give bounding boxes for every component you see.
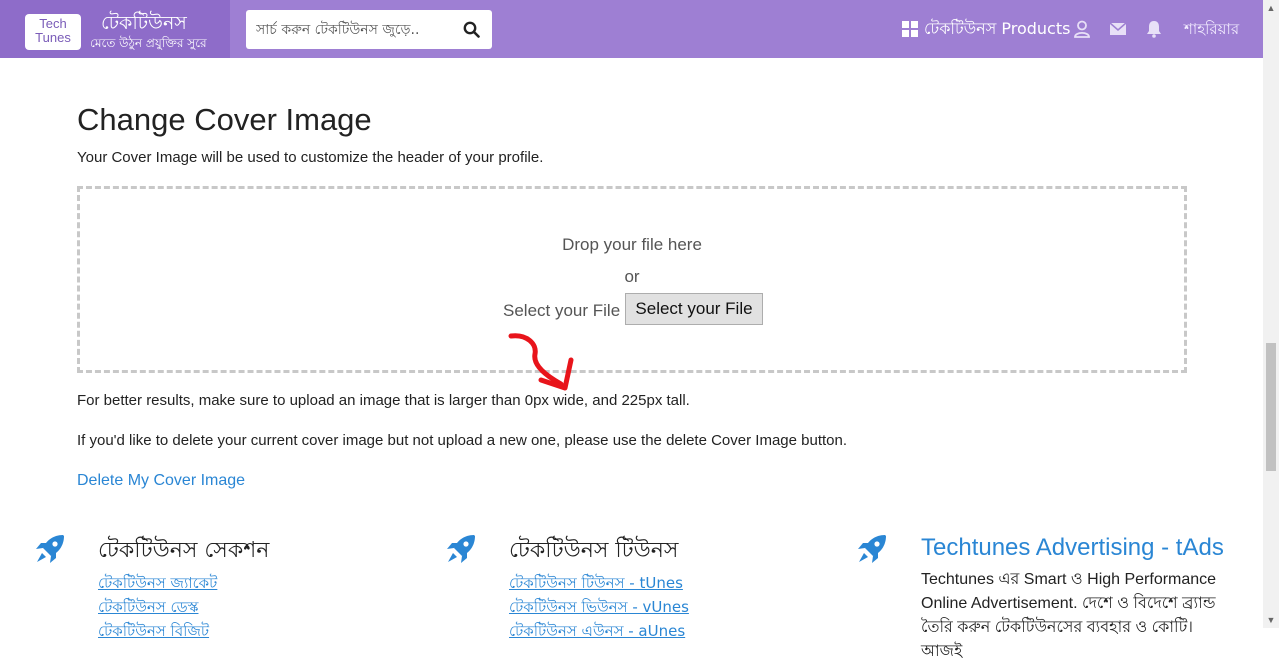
search-button[interactable]: [450, 10, 492, 49]
page-title: Change Cover Image: [77, 102, 372, 137]
footer-col3-text-line1: Techtunes এর Smart ও High Performance: [921, 571, 1217, 588]
search-icon: [463, 21, 480, 38]
size-note: For better results, make sure to upload …: [77, 392, 690, 409]
footer-col1-link[interactable]: টেকটিউনস জ্যাকেট: [98, 572, 217, 597]
footer-col3-text-line2: Online Advertisement. দেশে ও বিদেশে ব্র্…: [921, 595, 1216, 612]
drop-text: Drop your file here: [562, 235, 702, 254]
search-input[interactable]: [246, 10, 450, 49]
rocket-icon: [447, 535, 475, 563]
scroll-up-arrow-icon[interactable]: ▲: [1263, 0, 1279, 16]
logo-line2: Tunes: [35, 30, 71, 45]
footer-col3-text-line3: তৈরি করুন টেকটিউনসের ব্যবহার ও কোটি। আজই: [921, 619, 1194, 660]
logo-line1: Tech: [39, 16, 67, 31]
delete-note: If you'd like to delete your current cov…: [77, 432, 848, 449]
footer-col2-link[interactable]: টেকটিউনস টিউনস - tUnes: [509, 572, 683, 597]
rocket-icon: [36, 535, 64, 563]
drop-or-text: or: [624, 267, 640, 286]
select-file-button[interactable]: Select your File: [625, 293, 763, 325]
top-navbar: Tech Tunes টেকটিউনস মেতে উঠুন প্রযুক্তির…: [0, 0, 1263, 58]
scrollbar-thumb[interactable]: [1266, 343, 1276, 471]
footer-col1-link[interactable]: টেকটিউনস ডেস্ক: [98, 596, 198, 621]
page-scrollbar[interactable]: ▲ ▼: [1263, 0, 1279, 628]
user-name[interactable]: শাহরিয়ার: [1184, 18, 1239, 43]
delete-cover-image-link[interactable]: Delete My Cover Image: [77, 472, 245, 490]
page-subtitle: Your Cover Image will be used to customi…: [77, 149, 544, 166]
bell-icon[interactable]: [1144, 19, 1164, 39]
footer-col3-title[interactable]: Techtunes Advertising - tAds: [921, 534, 1224, 562]
footer-col2-link[interactable]: টেকটিউনস ভিউনস - vUnes: [509, 596, 689, 621]
scroll-down-arrow-icon[interactable]: ▼: [1263, 612, 1279, 628]
file-dropzone[interactable]: Drop your file here or Select your File …: [77, 186, 1187, 373]
search-box: [246, 10, 492, 49]
products-label: টেকটিউনস Products: [924, 18, 1071, 38]
footer-col1-link[interactable]: টেকটিউনস বিজিট: [98, 620, 209, 645]
rocket-icon: [858, 535, 886, 563]
brand-tagline: মেতে উঠুন প্রযুক্তির সুরে: [90, 36, 207, 50]
red-annotation-arrow-icon: [508, 333, 574, 391]
techtunes-logo[interactable]: Tech Tunes: [25, 14, 81, 50]
footer-col2-link[interactable]: টেকটিউনস এউনস - aUnes: [509, 620, 685, 645]
products-menu[interactable]: টেকটিউনস Products: [902, 0, 1070, 58]
brand-area[interactable]: Tech Tunes টেকটিউনস মেতে উঠুন প্রযুক্তির…: [0, 0, 230, 58]
select-file-label: Select your File: [503, 301, 621, 320]
windows-icon: [902, 21, 918, 37]
footer-col1-title: টেকটিউনস সেকশন: [98, 538, 270, 563]
user-icon[interactable]: [1072, 19, 1092, 39]
footer-col2-title: টেকটিউনস টিউনস: [509, 538, 679, 563]
mail-icon[interactable]: [1108, 19, 1128, 39]
